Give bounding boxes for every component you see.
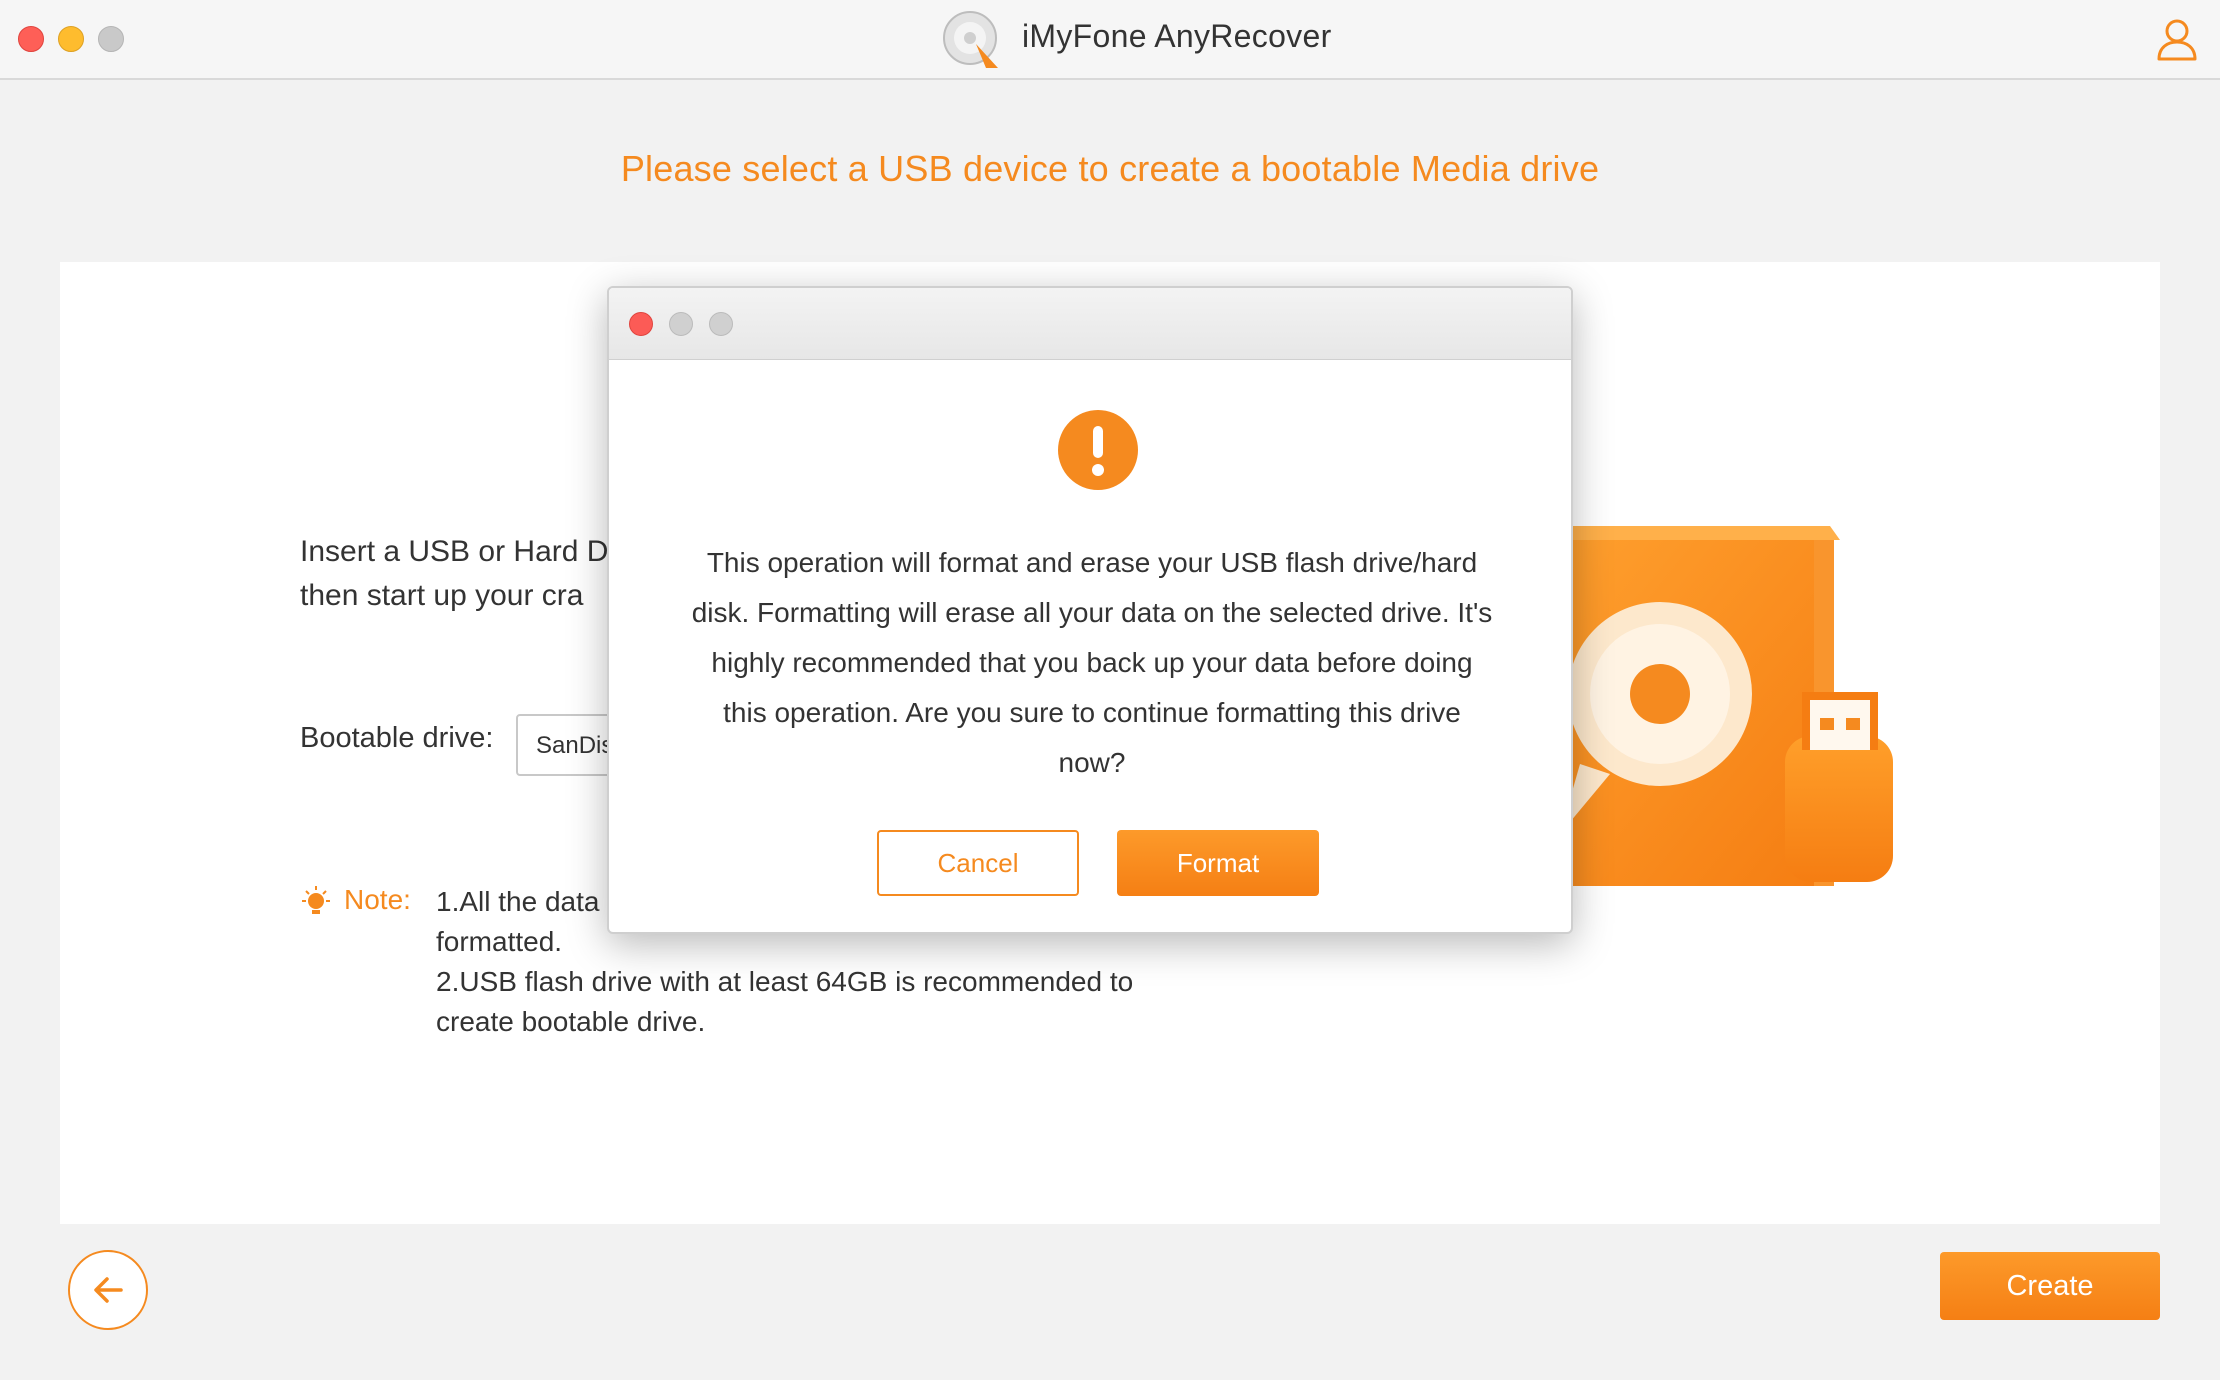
dialog-close-button[interactable] — [629, 312, 653, 336]
create-button[interactable]: Create — [1940, 1252, 2160, 1320]
user-icon[interactable] — [2154, 16, 2200, 62]
lightbulb-icon — [302, 886, 330, 914]
close-window-button[interactable] — [18, 26, 44, 52]
disc-logo-icon — [943, 11, 998, 68]
app-title: iMyFone AnyRecover — [1022, 18, 1332, 54]
drive-usb-illustration — [1540, 526, 1893, 886]
note-line-3: 2.USB flash drive with at least 64GB is … — [436, 966, 1134, 997]
dialog-zoom-button — [709, 312, 733, 336]
dialog-minimize-button — [669, 312, 693, 336]
back-button[interactable] — [68, 1250, 148, 1330]
page-heading: Please select a USB device to create a b… — [620, 148, 1600, 189]
note-line-4: create bootable drive. — [436, 1006, 706, 1037]
dialog-message: This operation will format and erase you… — [691, 547, 1493, 778]
warning-icon — [1058, 410, 1138, 490]
format-confirm-dialog: This operation will format and erase you… — [607, 286, 1573, 934]
window-titlebar: iMyFone AnyRecover — [0, 0, 2220, 80]
note-label: Note: — [344, 884, 411, 915]
dialog-titlebar — [609, 288, 1571, 360]
zoom-window-button[interactable] — [98, 26, 124, 52]
minimize-window-button[interactable] — [58, 26, 84, 52]
format-button[interactable]: Format — [1117, 830, 1319, 896]
cancel-button[interactable]: Cancel — [877, 830, 1079, 896]
arrow-left-icon — [94, 1277, 123, 1303]
bootable-drive-label: Bootable drive: — [300, 722, 494, 754]
